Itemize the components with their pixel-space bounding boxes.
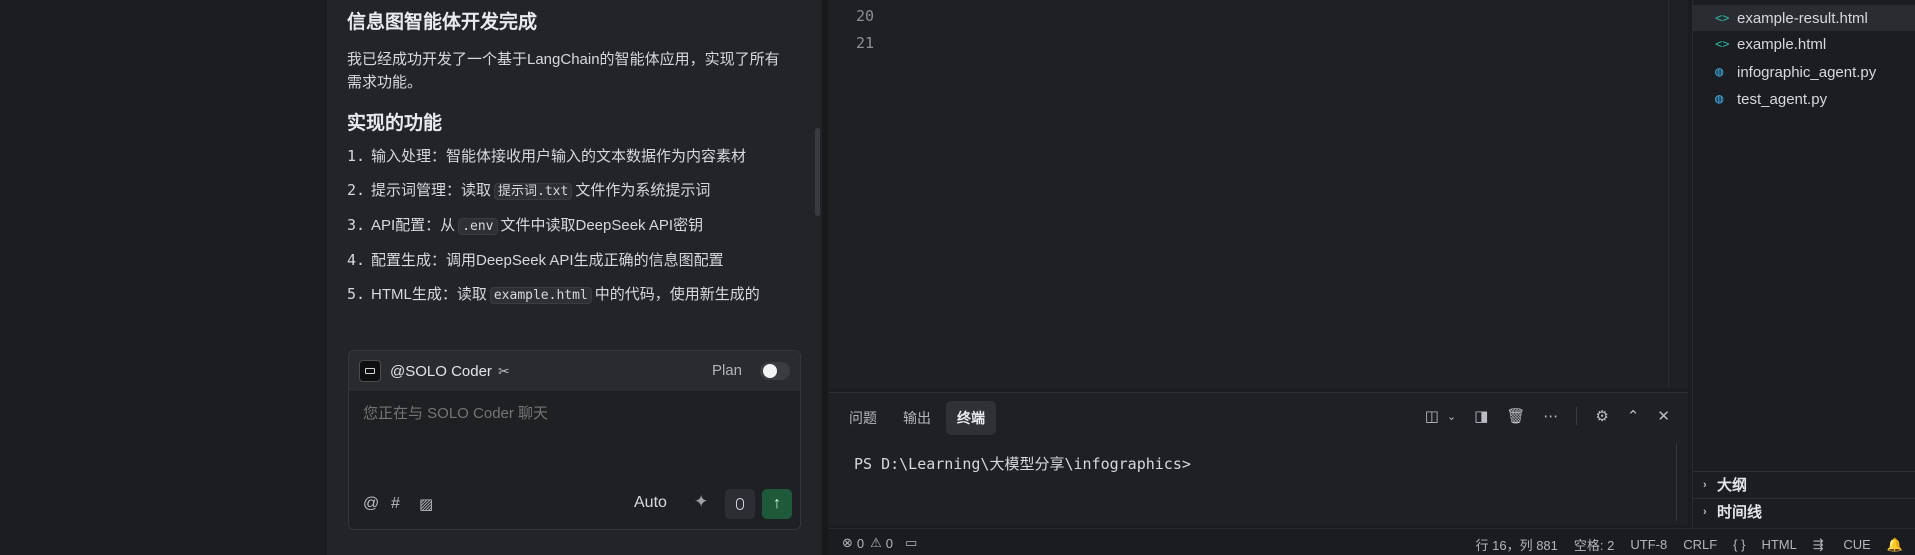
plan-toggle[interactable]	[760, 362, 790, 380]
terminal-prompt[interactable]: PS D:\Learning\大模型分享\infographics>	[854, 453, 1191, 474]
send-arrow-icon: ↑	[773, 495, 781, 512]
cursor-position[interactable]: 行 16，列 881	[1476, 535, 1558, 554]
tab-problems[interactable]: 问题	[838, 401, 888, 435]
file-item[interactable]: <> example-result.html	[1693, 5, 1915, 31]
at-icon[interactable]: @	[363, 495, 379, 513]
send-button[interactable]: ↑	[762, 489, 792, 519]
chevron-down-icon[interactable]: ⌄	[1447, 410, 1456, 423]
inline-code: .env	[458, 218, 498, 235]
warning-icon: ⚠	[870, 535, 882, 550]
plan-label: Plan	[711, 362, 742, 379]
problems-status[interactable]: ⊗ 0 ⚠ 0 ▭	[842, 535, 917, 551]
line-ending[interactable]: CRLF	[1683, 537, 1717, 552]
hash-icon[interactable]: #	[391, 495, 400, 513]
editor-ruler	[1668, 0, 1669, 388]
python-file-icon: ◍	[1715, 91, 1724, 107]
features-list: 1. 输入处理：智能体接收用户输入的文本数据作为内容素材 2. 提示词管理：读取 提示…	[347, 145, 802, 307]
language-mode[interactable]: HTML	[1761, 537, 1796, 552]
split-panel-icon[interactable]: ◫	[1425, 407, 1439, 425]
braces-icon[interactable]: { }	[1733, 537, 1745, 552]
left-gutter	[0, 0, 327, 555]
tab-terminal[interactable]: 终端	[946, 401, 996, 435]
bottom-panel: 问题 输出 终端 ◫ ⌄ ◨ 🗑 ⋯ ⚙ ⌃ ✕ PS D:\Learning\…	[828, 392, 1688, 525]
list-item: 2. 提示词管理：读取 提示词.txt 文件作为系统提示词	[347, 181, 711, 200]
features-heading: 实现的功能	[347, 113, 443, 134]
app-window: 信息图智能体开发完成 我已经成功开发了一个基于LangChain的智能体应用，实…	[0, 0, 1915, 555]
file-item[interactable]: <> example.html	[1693, 31, 1915, 57]
image-icon[interactable]: ▨	[419, 495, 433, 513]
composer-toolbar: @ # ▨ Auto ✦ ↑	[349, 479, 800, 529]
message-title: 信息图智能体开发完成	[347, 12, 538, 33]
chevron-right-icon: ›	[1703, 478, 1707, 491]
list-item: 1. 输入处理：智能体接收用户输入的文本数据作为内容素材	[347, 147, 747, 165]
toolbar-divider	[1576, 407, 1578, 425]
chevron-up-icon[interactable]: ⌃	[1627, 407, 1640, 425]
python-file-icon: ◍	[1715, 64, 1724, 80]
file-item[interactable]: ◍ test_agent.py	[1693, 86, 1915, 112]
agent-icon	[359, 360, 381, 382]
chat-scrollbar[interactable]	[815, 128, 820, 216]
more-icon[interactable]: ⋯	[1543, 407, 1558, 425]
bell-icon[interactable]: 🔔	[1887, 537, 1903, 553]
settings-sliders-icon[interactable]: ⚙	[1595, 407, 1608, 425]
mic-button[interactable]	[725, 489, 755, 519]
composer-header: @SOLO Coder ✂ Plan	[349, 351, 800, 391]
chat-message-area[interactable]: 信息图智能体开发完成 我已经成功开发了一个基于LangChain的智能体应用，实…	[327, 0, 822, 330]
html-file-icon: <>	[1715, 37, 1730, 51]
list-item: 3. API配置：从 .env 文件中读取DeepSeek API密钥	[347, 216, 704, 235]
indentation[interactable]: 空格: 2	[1574, 535, 1614, 554]
chat-input[interactable]	[363, 405, 783, 422]
line-number: 21	[856, 34, 875, 52]
code-editor[interactable]: 20 21	[828, 0, 1688, 388]
list-item: 5. HTML生成：读取 example.html 中的代码，使用新生成的	[347, 285, 760, 304]
tools-icon[interactable]: ✂	[498, 363, 510, 380]
section-outline[interactable]: › 大纲	[1693, 471, 1915, 497]
split-terminal-icon[interactable]: ◨	[1474, 407, 1488, 425]
close-icon[interactable]: ✕	[1657, 407, 1670, 425]
terminal-scrollbar[interactable]	[1676, 443, 1677, 521]
agent-selector[interactable]: @SOLO Coder	[390, 363, 492, 380]
status-bar: ⊗ 0 ⚠ 0 ▭ 行 16，列 881 空格: 2 UTF-8 CRLF { …	[828, 528, 1915, 555]
message-intro: 我已经成功开发了一个基于LangChain的智能体应用，实现了所有需求功能。	[347, 51, 780, 91]
panel-toolbar: ◫ ⌄ ◨ 🗑 ⋯ ⚙ ⌃ ✕	[1407, 407, 1670, 425]
chevron-right-icon: ›	[1703, 505, 1707, 518]
file-item[interactable]: ◍ infographic_agent.py	[1693, 59, 1915, 85]
panel-tabs: 问题 输出 终端	[838, 401, 1000, 435]
line-number: 20	[856, 7, 875, 25]
encoding[interactable]: UTF-8	[1630, 537, 1667, 552]
inline-code: 提示词.txt	[494, 183, 573, 200]
trash-icon[interactable]: 🗑	[1506, 407, 1525, 425]
status-right: 行 16，列 881 空格: 2 UTF-8 CRLF { } HTML ⇶ C…	[1460, 535, 1903, 554]
terminal-status-icon[interactable]: ▭	[905, 535, 917, 551]
mode-selector[interactable]: Auto	[634, 494, 667, 512]
chat-panel: 信息图智能体开发完成 我已经成功开发了一个基于LangChain的智能体应用，实…	[327, 0, 822, 555]
mic-icon	[736, 498, 744, 510]
tab-output[interactable]: 输出	[892, 401, 942, 435]
error-icon: ⊗	[842, 535, 853, 550]
chat-composer: @SOLO Coder ✂ Plan @ # ▨ Auto ✦ ↑	[348, 350, 801, 530]
html-file-icon: <>	[1715, 11, 1730, 25]
sparkle-icon[interactable]: ✦	[694, 492, 708, 512]
cue-status[interactable]: ⇶ CUE	[1813, 537, 1871, 553]
list-item: 4. 配置生成：调用DeepSeek API生成正确的信息图配置	[347, 251, 724, 269]
section-timeline[interactable]: › 时间线	[1693, 498, 1915, 524]
file-explorer: <> example-result.html <> example.html ◍ in…	[1692, 0, 1915, 555]
inline-code: example.html	[489, 287, 592, 304]
